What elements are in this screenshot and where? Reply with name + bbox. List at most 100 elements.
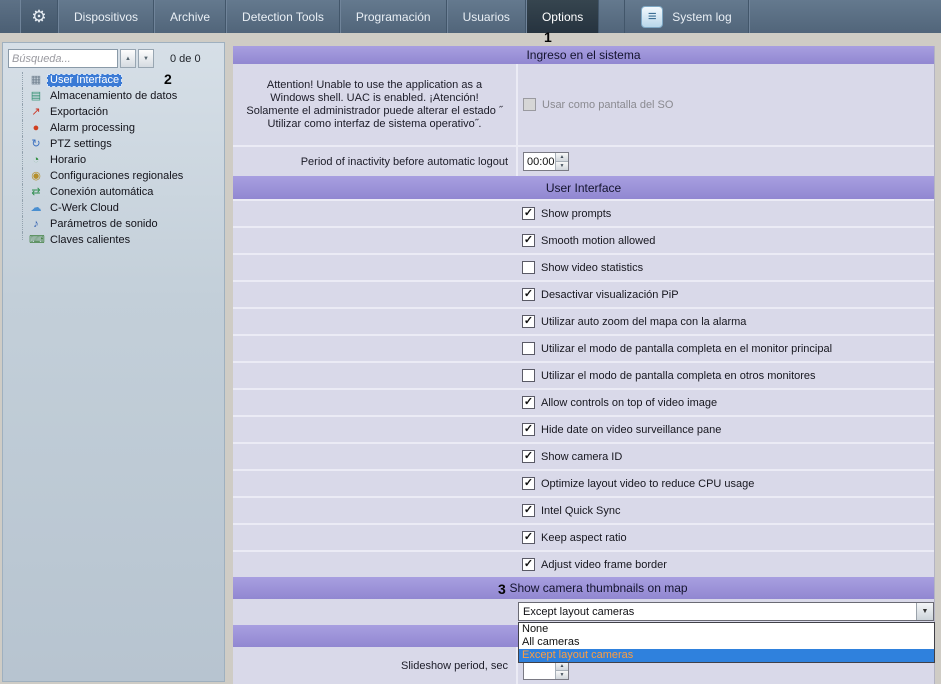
- dropdown-option-except-layout-cameras[interactable]: Except layout cameras: [519, 649, 934, 662]
- sidebar-item-conexion-automatica[interactable]: ⇄ Conexión automática: [3, 184, 224, 200]
- option-row-fullscreen-other-monitors: Utilizar el modo de pantalla completa en…: [233, 361, 934, 388]
- shell-checkbox: [523, 98, 536, 111]
- option-row-show-camera-id: ✓ Show camera ID: [233, 442, 934, 469]
- section-title: Ingreso en el sistema: [526, 48, 640, 62]
- slideshow-spinner[interactable]: ▲ ▼: [523, 661, 569, 680]
- spin-down-button[interactable]: ▼: [556, 162, 568, 170]
- option-label: Adjust video frame border: [541, 559, 667, 571]
- alarm-icon: ●: [29, 123, 43, 134]
- checkbox[interactable]: ✓: [522, 504, 535, 517]
- inactivity-spinner[interactable]: 00:00 ▲ ▼: [523, 152, 569, 171]
- tab-label: System log: [672, 10, 731, 24]
- sidebar-item-ptz-settings[interactable]: ↻ PTZ settings: [3, 136, 224, 152]
- tab-label: Usuarios: [463, 10, 510, 24]
- option-label: Utilizar el modo de pantalla completa en…: [541, 370, 816, 382]
- sidebar-item-label: Alarm processing: [47, 122, 138, 135]
- option-row-intel-quick-sync: ✓ Intel Quick Sync: [233, 496, 934, 523]
- inactivity-value: 00:00: [524, 153, 555, 170]
- checkbox[interactable]: ✓: [522, 423, 535, 436]
- gear-icon: ⚙: [31, 7, 46, 27]
- sidebar-item-almacenamiento[interactable]: ▤ Almacenamiento de datos: [3, 88, 224, 104]
- section-header-user-interface: User Interface: [233, 176, 934, 199]
- storage-icon: ▤: [29, 91, 43, 102]
- sidebar-item-configuraciones-regionales[interactable]: ◉ Configuraciones regionales: [3, 168, 224, 184]
- sound-icon: ♪: [29, 219, 43, 230]
- settings-sidebar: ▲ ▼ 0 de 0 ▦ User Interface ▤ Almacenami…: [2, 42, 225, 682]
- tab-usuarios[interactable]: Usuarios: [447, 0, 526, 33]
- tab-detection-tools[interactable]: Detection Tools: [226, 0, 340, 33]
- tab-dispositivos[interactable]: Dispositivos: [58, 0, 154, 33]
- spin-up-button[interactable]: ▲: [556, 153, 568, 162]
- nav-padding: [0, 0, 20, 33]
- checkbox[interactable]: ✓: [522, 450, 535, 463]
- dropdown-arrow-button[interactable]: ▼: [916, 603, 933, 620]
- chevron-up-icon: ▲: [560, 155, 565, 160]
- sidebar-item-label: Almacenamiento de datos: [47, 90, 180, 103]
- spin-down-button[interactable]: ▼: [556, 671, 568, 679]
- checkbox[interactable]: [522, 369, 535, 382]
- sidebar-item-claves-calientes[interactable]: ⌨ Claves calientes: [3, 232, 224, 248]
- tab-system-log[interactable]: ≡ System log: [625, 0, 748, 33]
- annotation-marker-2: 2: [164, 71, 172, 87]
- option-label: Utilizar el modo de pantalla completa en…: [541, 343, 832, 355]
- option-row-keep-aspect-ratio: ✓ Keep aspect ratio: [233, 523, 934, 550]
- checkbox[interactable]: [522, 342, 535, 355]
- option-label: Desactivar visualización PiP: [541, 289, 679, 301]
- sidebar-item-label: C-Werk Cloud: [47, 202, 122, 215]
- cloud-icon: ☁: [29, 203, 43, 214]
- chevron-down-icon: ▼: [560, 673, 565, 678]
- checkbox[interactable]: ✓: [522, 315, 535, 328]
- search-input[interactable]: [8, 49, 118, 68]
- inactivity-row: Period of inactivity before automatic lo…: [233, 145, 934, 176]
- slideshow-label: Slideshow period, sec: [233, 647, 518, 684]
- tab-programacion[interactable]: Programación: [340, 0, 447, 33]
- checkbox[interactable]: ✓: [522, 531, 535, 544]
- option-label: Show video statistics: [541, 262, 643, 274]
- search-next-button[interactable]: ▼: [138, 49, 154, 68]
- checkbox[interactable]: ✓: [522, 234, 535, 247]
- checkbox[interactable]: [522, 261, 535, 274]
- checkbox[interactable]: ✓: [522, 558, 535, 571]
- sidebar-item-exportacion[interactable]: ↗ Exportación: [3, 104, 224, 120]
- option-label: Show prompts: [541, 208, 611, 220]
- chevron-down-icon: ▼: [922, 608, 929, 615]
- dropdown-option-all-cameras[interactable]: All cameras: [519, 636, 934, 649]
- dropdown-option-none[interactable]: None: [519, 623, 934, 636]
- option-row-auto-zoom-map: ✓ Utilizar auto zoom del mapa con la ala…: [233, 307, 934, 334]
- thumbnails-dropdown[interactable]: Except layout cameras ▼: [518, 602, 934, 621]
- checkbox[interactable]: ✓: [522, 288, 535, 301]
- sidebar-item-label: Parámetros de sonido: [47, 218, 161, 231]
- chevron-up-icon: ▲: [560, 664, 565, 669]
- nav-spacer: [599, 0, 625, 33]
- sidebar-item-horario[interactable]: ◔ Horario: [3, 152, 224, 168]
- sidebar-item-cwerk-cloud[interactable]: ☁ C-Werk Cloud: [3, 200, 224, 216]
- checkbox[interactable]: ✓: [522, 396, 535, 409]
- log-list-icon: ≡: [641, 6, 663, 28]
- option-row-adjust-frame-border: ✓ Adjust video frame border: [233, 550, 934, 577]
- option-label: Hide date on video surveillance pane: [541, 424, 721, 436]
- attention-text: Attention! Unable to use the application…: [233, 64, 518, 145]
- settings-gear-tab[interactable]: ⚙: [20, 0, 58, 33]
- option-label: Utilizar auto zoom del mapa con la alarm…: [541, 316, 746, 328]
- sidebar-item-alarm-processing[interactable]: ● Alarm processing: [3, 120, 224, 136]
- section-header-thumbnails: Show camera thumbnails on map: [233, 577, 934, 599]
- sidebar-item-user-interface[interactable]: ▦ User Interface: [3, 72, 224, 88]
- option-row-video-statistics: Show video statistics: [233, 253, 934, 280]
- checkbox[interactable]: ✓: [522, 207, 535, 220]
- search-prev-button[interactable]: ▲: [120, 49, 136, 68]
- spin-up-button[interactable]: ▲: [556, 662, 568, 671]
- sidebar-item-label: Conexión automática: [47, 186, 156, 199]
- tab-options[interactable]: Options: [526, 0, 599, 33]
- slideshow-value: [524, 662, 555, 679]
- option-row-fullscreen-main-monitor: Utilizar el modo de pantalla completa en…: [233, 334, 934, 361]
- checkbox[interactable]: ✓: [522, 477, 535, 490]
- tab-archive[interactable]: Archive: [154, 0, 226, 33]
- sidebar-item-parametros-de-sonido[interactable]: ♪ Parámetros de sonido: [3, 216, 224, 232]
- section-title: Show camera thumbnails on map: [509, 581, 687, 595]
- sidebar-item-label: Configuraciones regionales: [47, 170, 186, 183]
- section-header-login: Ingreso en el sistema: [233, 46, 934, 64]
- thumbnails-dropdown-list: None All cameras Except layout cameras: [518, 622, 935, 663]
- connection-icon: ⇄: [29, 187, 43, 198]
- tab-label: Dispositivos: [74, 10, 138, 24]
- export-icon: ↗: [29, 107, 43, 118]
